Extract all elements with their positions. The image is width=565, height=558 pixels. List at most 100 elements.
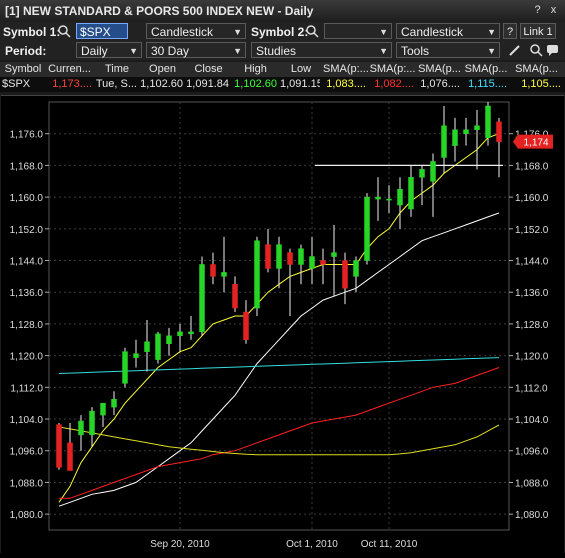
quote-value-cell: $SPX — [2, 78, 31, 90]
toolbar-period: Period: Daily ▼ 30 Day ▼ Studies ▼ Tools ▼ — [0, 41, 565, 60]
chart-window: [1] NEW STANDARD & POORS 500 INDEX NEW -… — [0, 0, 565, 553]
candle-body — [210, 264, 216, 277]
window-title: [1] NEW STANDARD & POORS 500 INDEX NEW -… — [5, 4, 314, 18]
candle-body — [375, 196, 381, 200]
y-tick-label-right: 1,152.0 — [515, 225, 549, 236]
magnify-icon[interactable] — [529, 43, 543, 57]
candle-body — [331, 252, 337, 257]
x-tick-label: Sep 20, 2010 — [150, 539, 210, 550]
tools-value: Tools — [401, 44, 430, 58]
candle-body — [320, 260, 326, 265]
candle-body — [265, 244, 271, 269]
quote-header-cell[interactable]: Open — [140, 63, 185, 76]
candle-body — [419, 169, 425, 178]
symbol2-label: Symbol 2: — [251, 25, 309, 39]
quote-value-cell: 1,102.60 — [140, 78, 183, 90]
x-tick-label: Oct 1, 2010 — [286, 539, 338, 550]
close-icon[interactable]: x — [547, 4, 560, 17]
quote-value-cell: 1,115.... — [468, 78, 507, 90]
title-bar[interactable]: [1] NEW STANDARD & POORS 500 INDEX NEW -… — [0, 0, 565, 23]
candle-body — [485, 105, 491, 138]
quote-header-cell[interactable]: SMA(p:... — [323, 63, 368, 76]
symbol1-input[interactable]: $SPX — [76, 23, 128, 39]
x-tick-label: Oct 11, 2010 — [361, 539, 418, 550]
search-icon[interactable] — [305, 24, 319, 38]
chart-type1-value: Candlestick — [151, 25, 214, 39]
x-axis: Sep 20, 2010 Oct 1, 2010 Oct 11, 2010 — [1, 535, 564, 553]
y-tick-label-left: 1,112.0 — [10, 383, 43, 394]
candle-body — [496, 121, 502, 142]
chart-type1-select[interactable]: Candlestick ▼ — [146, 23, 246, 39]
quote-header-cell[interactable]: SMA(p:... — [369, 63, 416, 76]
candle-body — [221, 272, 227, 277]
y-tick-label-right: 1,144.0 — [515, 257, 549, 268]
y-tick-label-left: 1,096.0 — [10, 447, 44, 458]
candle-body — [67, 442, 73, 471]
link-button[interactable]: Link 1 — [520, 23, 556, 39]
chart-area[interactable]: 1,080.0 1,080.0 1,088.0 1,088.0 1,096.0 1,096… — [1, 95, 564, 536]
quote-header-cell[interactable]: High — [232, 63, 279, 76]
quote-value-cell: 1,091.84 — [186, 78, 229, 90]
quote-value-cell: 1,082.... — [374, 78, 414, 90]
y-tick-label-left: 1,160.0 — [10, 193, 44, 204]
candle-body — [166, 335, 172, 344]
help-button[interactable]: ? — [503, 23, 517, 39]
y-tick-label-right: 1,128.0 — [515, 320, 549, 331]
toolbar-symbols: Symbol 1: $SPX Candlestick ▼ Symbol 2: ▼ … — [0, 22, 565, 41]
candle-body — [144, 341, 150, 352]
candle-body — [111, 398, 117, 408]
quote-header-cell[interactable]: SMA(p... — [510, 63, 563, 76]
chart-type2-value: Candlestick — [401, 25, 464, 39]
y-tick-label-left: 1,088.0 — [10, 478, 44, 489]
chart-type2-select[interactable]: Candlestick ▼ — [396, 23, 500, 39]
period-select[interactable]: Daily ▼ — [76, 42, 142, 58]
candlestick-chart[interactable]: 1,080.0 1,080.0 1,088.0 1,088.0 1,096.0 1,096… — [1, 96, 564, 536]
candle-body — [386, 198, 392, 201]
quote-header-cell[interactable]: Close — [186, 63, 231, 76]
chevron-down-icon: ▼ — [487, 27, 496, 37]
candle-body — [452, 129, 458, 146]
candle-body — [276, 244, 282, 269]
y-tick-label-right: 1,136.0 — [515, 288, 549, 299]
quote-value-cell: Tue, S... — [95, 78, 137, 90]
candle-body — [353, 260, 359, 277]
quote-table-row[interactable]: $SPX 1,173.... Tue, S... 1,102.60 1,091.84 1,… — [0, 77, 565, 92]
y-tick-label-right: 1,112.0 — [515, 383, 548, 394]
y-tick-label-right: 1,160.0 — [515, 193, 549, 204]
chevron-down-icon: ▼ — [487, 46, 496, 56]
help-icon[interactable]: ? — [531, 4, 544, 17]
symbol2-input[interactable]: ▼ — [324, 23, 392, 39]
candle-body — [474, 125, 480, 130]
quote-value-cell: 1,076.... — [420, 78, 460, 90]
y-tick-label-left: 1,128.0 — [10, 320, 44, 331]
pencil-icon[interactable] — [508, 43, 522, 57]
y-tick-label-left: 1,080.0 — [10, 510, 44, 521]
quote-value-cell: 1,105.... — [521, 78, 561, 90]
y-tick-label-right: 1,104.0 — [515, 415, 549, 426]
candle-body — [287, 252, 293, 265]
candle-body — [463, 129, 469, 134]
candle-body — [100, 402, 106, 416]
price-tag-label: 1,174 — [523, 138, 548, 149]
y-tick-label-right: 1,080.0 — [515, 510, 549, 521]
quote-value-cell: 1,083.... — [326, 78, 366, 90]
chat-icon[interactable] — [546, 43, 560, 57]
quote-header-cell[interactable]: Symbol — [2, 63, 44, 76]
quote-header-cell[interactable]: SMA(p... — [463, 63, 509, 76]
candle-body — [89, 410, 95, 436]
quote-header-cell[interactable]: SMA(p... — [417, 63, 462, 76]
candle-body — [397, 188, 403, 206]
studies-select[interactable]: Studies ▼ — [251, 42, 392, 58]
y-tick-label-left: 1,120.0 — [10, 352, 44, 363]
search-icon[interactable] — [57, 24, 71, 38]
quote-header-cell[interactable]: Time — [95, 63, 139, 76]
candle-body — [78, 420, 84, 436]
quote-table-header: Symbol Curren... Time Open Close High Low SMA(p… — [0, 62, 565, 77]
candle-body — [188, 331, 194, 335]
y-tick-label-left: 1,176.0 — [10, 130, 44, 141]
quote-header-cell[interactable]: Curren... — [45, 63, 94, 76]
tools-select[interactable]: Tools ▼ — [396, 42, 500, 58]
studies-value: Studies — [256, 44, 297, 58]
range-select[interactable]: 30 Day ▼ — [146, 42, 246, 58]
quote-header-cell[interactable]: Low — [280, 63, 322, 76]
